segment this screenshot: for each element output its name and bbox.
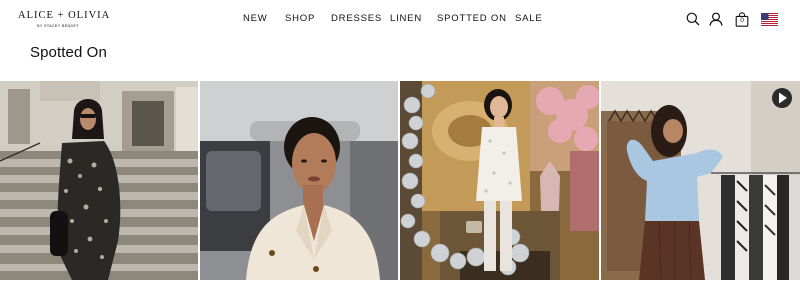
site-header: ALICE + OLIVIA BY STACEY BENDET NEW SHOP…	[0, 0, 800, 40]
gallery-tile[interactable]	[0, 81, 198, 280]
spotted-on-gallery	[0, 81, 800, 280]
gallery-photo	[200, 81, 398, 280]
nav-item-spotted-on[interactable]: SPOTTED ON	[437, 13, 507, 25]
nav-item-dresses[interactable]: DRESSES	[331, 13, 382, 25]
shopping-bag-icon[interactable]: 0	[735, 12, 749, 27]
gallery-tile[interactable]	[400, 81, 599, 280]
nav-item-shop[interactable]: SHOP	[285, 13, 315, 25]
user-icon[interactable]	[709, 12, 723, 26]
search-icon[interactable]	[686, 12, 700, 26]
gallery-tile[interactable]	[200, 81, 398, 280]
nav-item-new[interactable]: NEW	[243, 13, 268, 25]
page-title: Spotted On	[30, 44, 107, 61]
us-flag-icon[interactable]	[761, 13, 778, 26]
gallery-tile[interactable]	[601, 81, 800, 280]
main-nav: NEW SHOP DRESSES LINEN SPOTTED ON SALE	[0, 13, 800, 27]
gallery-photo	[601, 81, 800, 280]
gallery-photo	[0, 81, 198, 280]
gallery-photo	[400, 81, 599, 280]
nav-item-linen[interactable]: LINEN	[390, 13, 422, 25]
nav-item-sale[interactable]: SALE	[515, 13, 543, 25]
bag-count: 0	[740, 17, 744, 24]
